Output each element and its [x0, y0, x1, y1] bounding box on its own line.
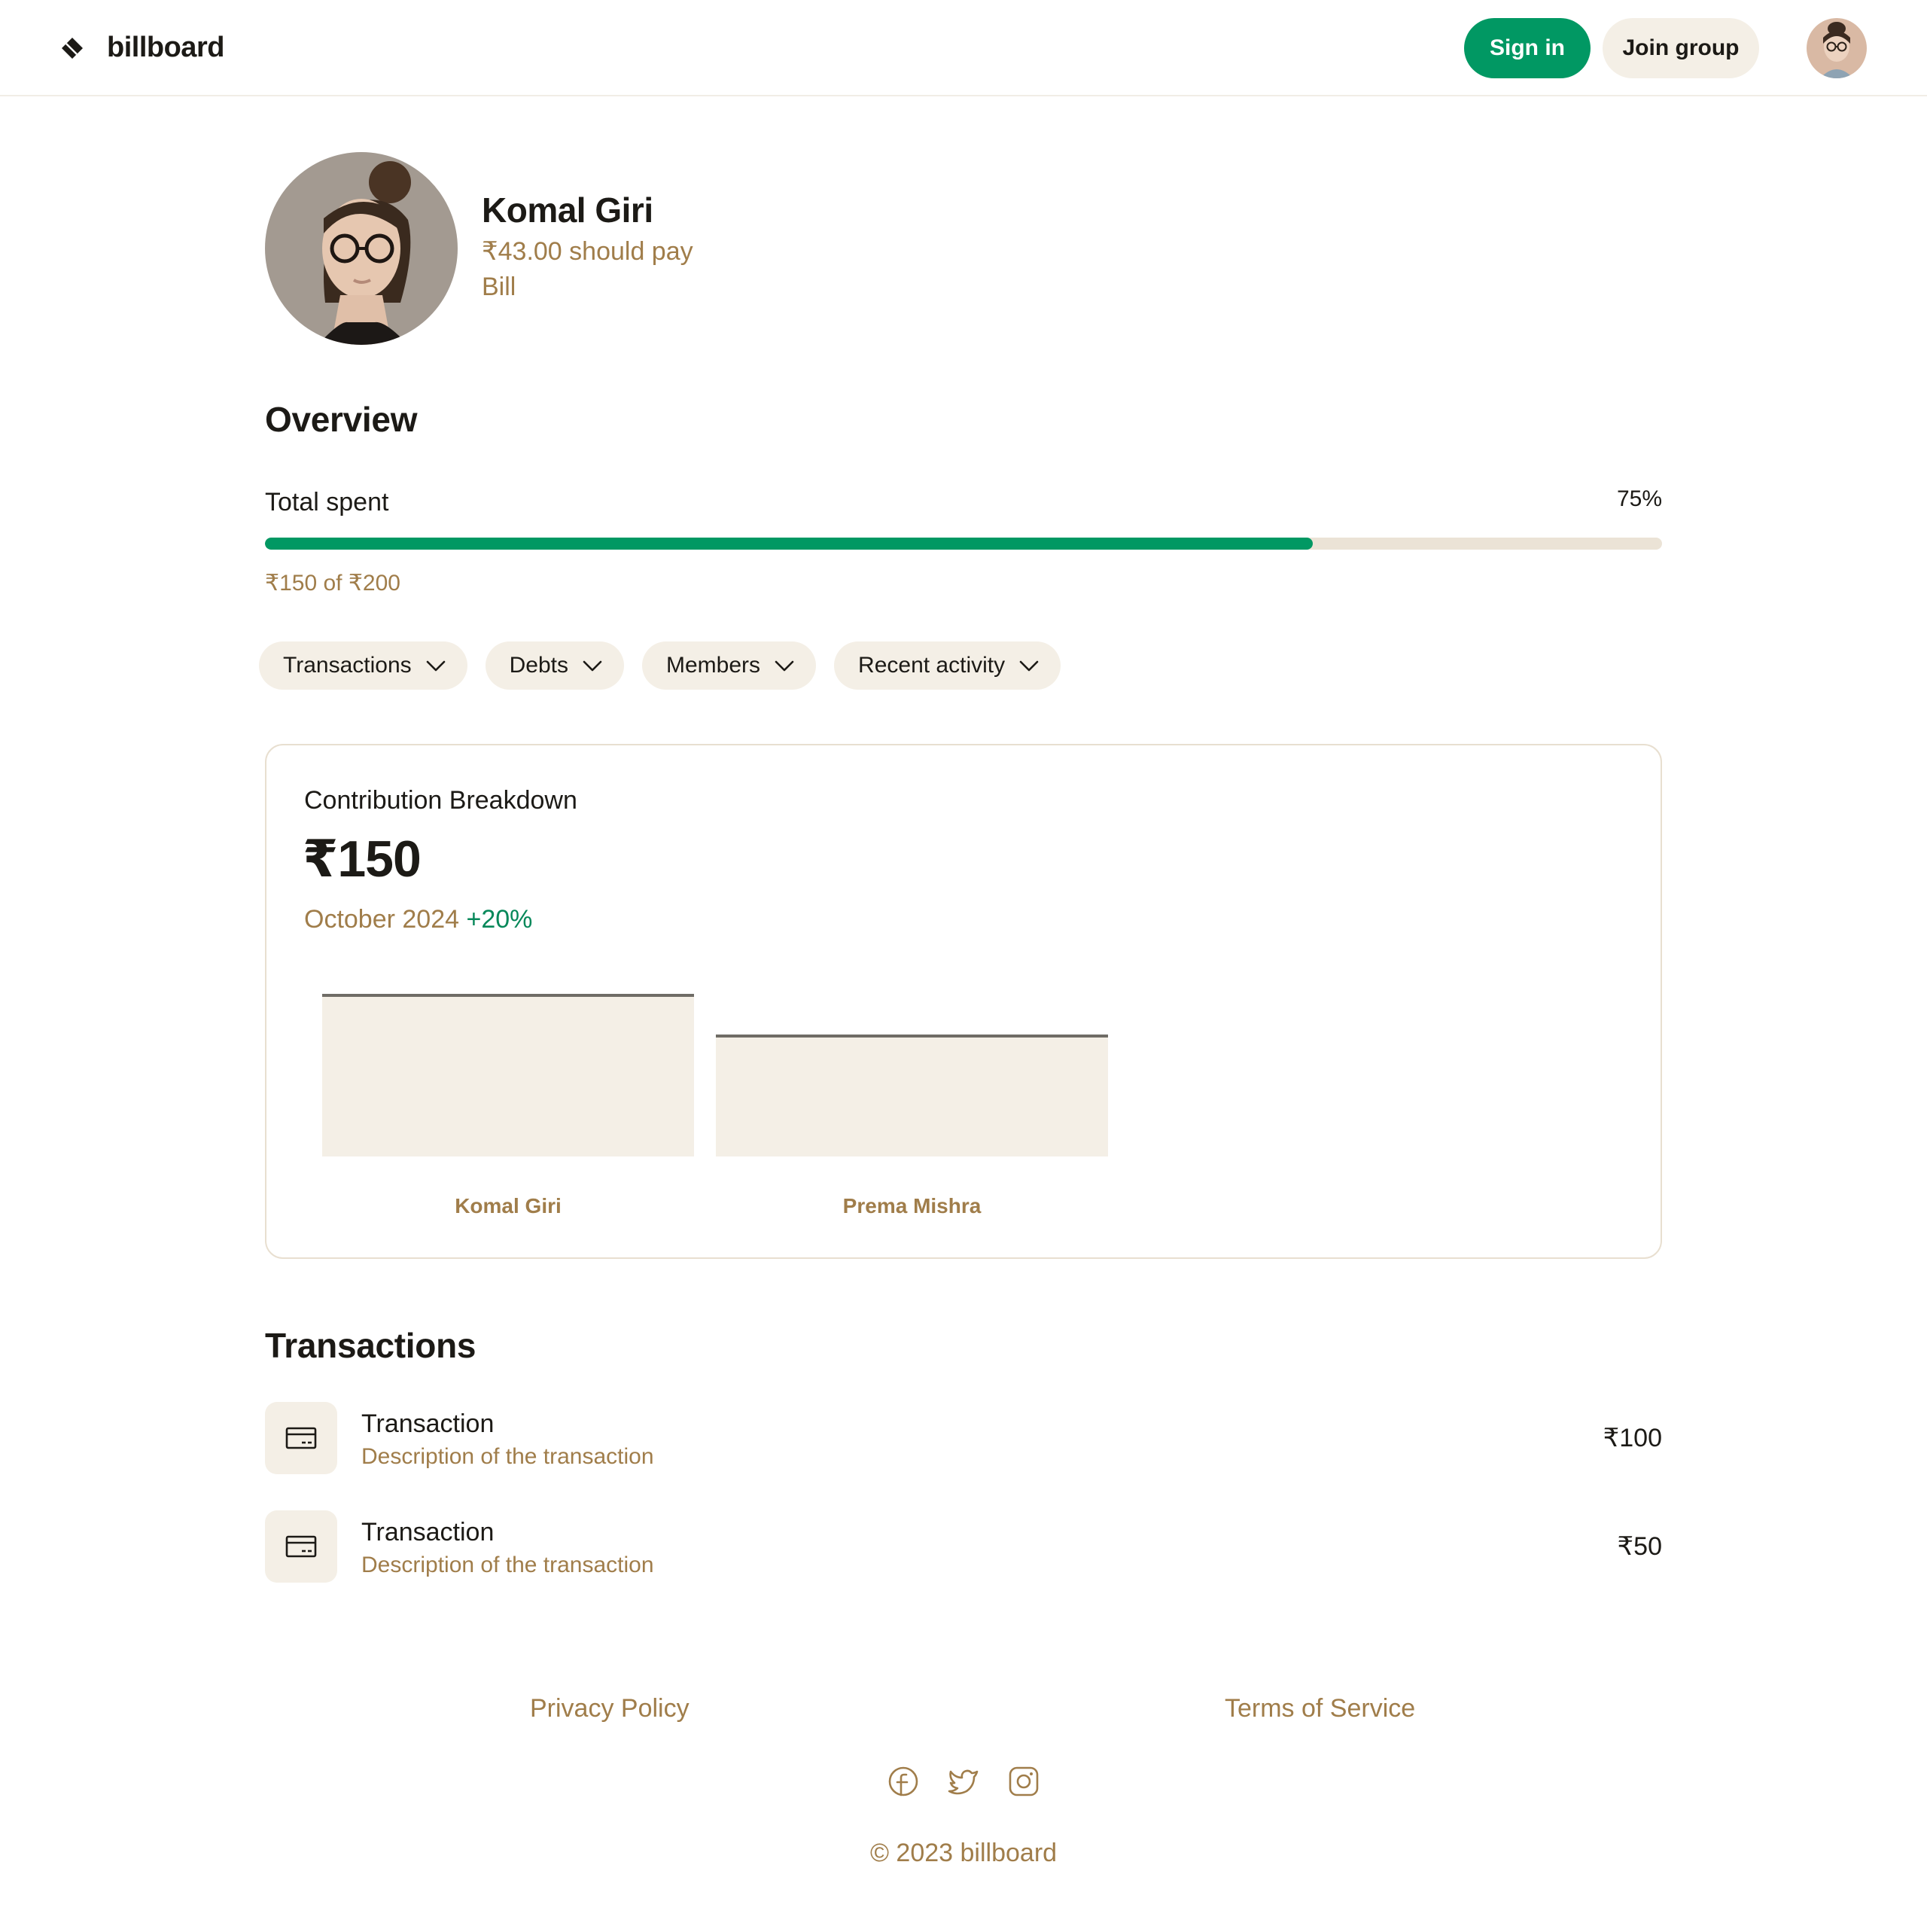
- user-avatar[interactable]: [1807, 18, 1867, 78]
- card-icon: [285, 1427, 317, 1449]
- chip-label: Recent activity: [858, 653, 1006, 678]
- transaction-description: Description of the transaction: [361, 1444, 654, 1469]
- terms-of-service-link[interactable]: Terms of Service: [1225, 1694, 1415, 1723]
- join-group-button[interactable]: Join group: [1603, 18, 1759, 78]
- chevron-down-icon: [1019, 660, 1039, 672]
- chip-label: Debts: [509, 653, 568, 678]
- card-icon-tile: [265, 1510, 337, 1583]
- chip-recent-activity[interactable]: Recent activity: [834, 641, 1061, 690]
- chip-label: Members: [666, 653, 761, 678]
- progress-bar: [265, 538, 1662, 550]
- transaction-amount: ₹100: [1603, 1424, 1662, 1452]
- facebook-icon[interactable]: [887, 1765, 920, 1798]
- chart-bar: [716, 1035, 1108, 1156]
- chip-transactions[interactable]: Transactions: [259, 641, 467, 690]
- progress-percent: 75%: [1616, 486, 1662, 511]
- amount-owed: ₹43.00 should pay: [482, 237, 693, 266]
- progress-fill: [265, 538, 1313, 550]
- profile-name: Komal Giri: [482, 190, 653, 230]
- copyright-text: © 2023 billboard: [869, 1839, 1058, 1867]
- instagram-icon[interactable]: [1007, 1765, 1040, 1798]
- card-icon-tile: [265, 1402, 337, 1474]
- filter-chips: Transactions Debts Members Recent activi…: [259, 641, 1079, 690]
- contribution-chart: Komal Giri Prema Mishra: [266, 745, 1664, 1260]
- chart-category-label: Prema Mishra: [842, 1194, 982, 1217]
- chart-category-label: Komal Giri: [455, 1194, 562, 1217]
- privacy-policy-link[interactable]: Privacy Policy: [530, 1694, 690, 1723]
- profile-role: Bill: [482, 273, 516, 301]
- transaction-amount: ₹50: [1617, 1532, 1662, 1561]
- overview-heading: Overview: [265, 400, 418, 439]
- chip-label: Transactions: [283, 653, 412, 678]
- chip-debts[interactable]: Debts: [485, 641, 624, 690]
- brand-logo[interactable]: billboard: [60, 32, 224, 64]
- top-bar: billboard Sign in Join group: [0, 0, 1927, 96]
- transaction-description: Description of the transaction: [361, 1553, 654, 1577]
- chevron-down-icon: [775, 660, 794, 672]
- progress-caption: ₹150 of ₹200: [265, 571, 400, 596]
- transactions-heading: Transactions: [265, 1326, 476, 1365]
- contribution-card: Contribution Breakdown ₹150 October 2024…: [265, 744, 1662, 1259]
- chevron-down-icon: [426, 660, 445, 672]
- profile-photo: [265, 152, 458, 345]
- transaction-name: Transaction: [361, 1518, 495, 1547]
- progress-label: Total spent: [265, 488, 389, 517]
- transaction-row[interactable]: Transaction Description of the transacti…: [265, 1510, 1662, 1583]
- logo-mark-icon: [62, 37, 83, 59]
- card-icon: [285, 1535, 317, 1558]
- chip-members[interactable]: Members: [642, 641, 817, 690]
- twitter-icon[interactable]: [947, 1765, 980, 1798]
- transaction-row[interactable]: Transaction Description of the transacti…: [265, 1402, 1662, 1474]
- sign-in-button[interactable]: Sign in: [1464, 18, 1591, 78]
- chevron-down-icon: [583, 660, 602, 672]
- transaction-name: Transaction: [361, 1409, 495, 1438]
- brand-name: billboard: [107, 32, 224, 63]
- chart-bar: [322, 994, 694, 1156]
